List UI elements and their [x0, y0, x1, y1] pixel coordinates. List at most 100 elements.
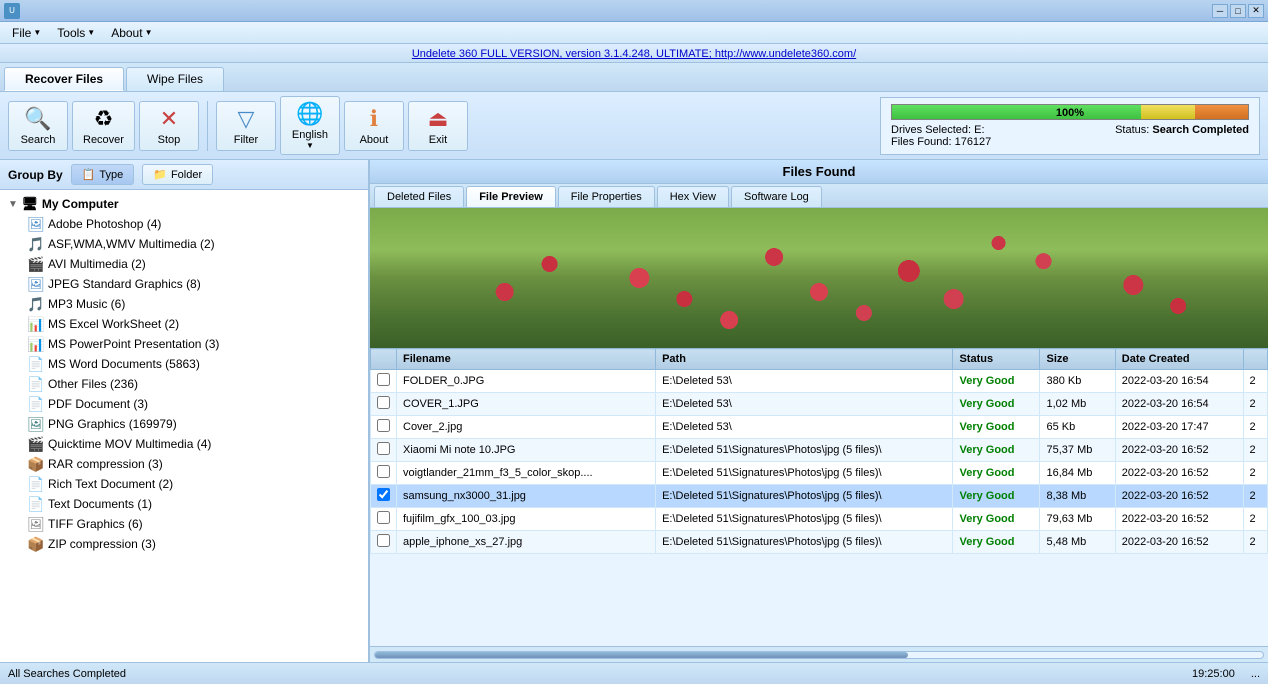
tab-deleted-files[interactable]: Deleted Files	[374, 186, 464, 207]
row-checkbox-cell[interactable]	[371, 531, 397, 554]
row-date: 2022-03-20 16:52	[1115, 439, 1243, 462]
row-checkbox[interactable]	[377, 488, 390, 501]
row-checkbox-cell[interactable]	[371, 462, 397, 485]
row-checkbox-cell[interactable]	[371, 485, 397, 508]
row-checkbox-cell[interactable]	[371, 393, 397, 416]
filter-button[interactable]: ▽ Filter	[216, 101, 276, 151]
row-checkbox[interactable]	[377, 396, 390, 409]
type-icon: 📋	[82, 168, 96, 181]
tree-item-label: RAR compression (3)	[48, 457, 163, 471]
row-date: 2022-03-20 16:54	[1115, 393, 1243, 416]
tree-item[interactable]: 📄PDF Document (3)	[4, 394, 364, 414]
row-checkbox-cell[interactable]	[371, 416, 397, 439]
tree-item[interactable]: 🖼TIFF Graphics (6)	[4, 514, 364, 534]
close-button[interactable]: ✕	[1248, 4, 1264, 18]
table-row[interactable]: Xiaomi Mi note 10.JPG E:\Deleted 51\Sign…	[371, 439, 1268, 462]
table-row[interactable]: COVER_1.JPG E:\Deleted 53\ Very Good 1,0…	[371, 393, 1268, 416]
row-checkbox[interactable]	[377, 373, 390, 386]
stop-button[interactable]: ✕ Stop	[139, 101, 199, 151]
tab-recover-files[interactable]: Recover Files	[4, 67, 124, 91]
tree-item[interactable]: 🎬Quicktime MOV Multimedia (4)	[4, 434, 364, 454]
tree-item[interactable]: 📄MS Word Documents (5863)	[4, 354, 364, 374]
table-row[interactable]: apple_iphone_xs_27.jpg E:\Deleted 51\Sig…	[371, 531, 1268, 554]
file-menu-arrow: ▼	[33, 28, 41, 37]
tree-item[interactable]: 🎵ASF,WMA,WMV Multimedia (2)	[4, 234, 364, 254]
tab-wipe-files[interactable]: Wipe Files	[126, 67, 224, 91]
minimize-button[interactable]: ─	[1212, 4, 1228, 18]
tree-item[interactable]: 📊MS Excel WorkSheet (2)	[4, 314, 364, 334]
tree-container: ▼ 🖥 My Computer 🖼Adobe Photoshop (4)🎵ASF…	[0, 190, 368, 662]
row-checkbox-cell[interactable]	[371, 439, 397, 462]
tree-root-my-computer[interactable]: ▼ 🖥 My Computer	[4, 194, 364, 214]
tree-item-icon: 🖼	[28, 216, 44, 232]
tab-file-properties[interactable]: File Properties	[558, 186, 655, 207]
language-button[interactable]: 🌐 English ▼	[280, 96, 340, 155]
row-size: 380 Kb	[1040, 370, 1115, 393]
file-table-container[interactable]: Filename Path Status Size Date Created F…	[370, 348, 1268, 646]
tree-item[interactable]: 📦RAR compression (3)	[4, 454, 364, 474]
about-menu[interactable]: About ▼	[103, 24, 160, 42]
row-path: E:\Deleted 51\Signatures\Photos\jpg (5 f…	[656, 462, 953, 485]
tree-item[interactable]: 🎬AVI Multimedia (2)	[4, 254, 364, 274]
table-row[interactable]: samsung_nx3000_31.jpg E:\Deleted 51\Sign…	[371, 485, 1268, 508]
title-bar-controls: ─ □ ✕	[1212, 4, 1264, 18]
horizontal-scrollbar[interactable]	[374, 651, 1264, 659]
exit-button[interactable]: ⏏ Exit	[408, 101, 468, 151]
tree-item[interactable]: 🖼PNG Graphics (169979)	[4, 414, 364, 434]
tree-item-label: Quicktime MOV Multimedia (4)	[48, 437, 211, 451]
row-checkbox[interactable]	[377, 419, 390, 432]
row-checkbox-cell[interactable]	[371, 370, 397, 393]
col-size[interactable]: Size	[1040, 349, 1115, 370]
status-bar-right: 19:25:00 ...	[1192, 668, 1260, 680]
recover-button[interactable]: ♻ Recover	[72, 101, 135, 151]
scrollbar-thumb[interactable]	[375, 652, 908, 658]
title-bar: U ─ □ ✕	[0, 0, 1268, 22]
table-row[interactable]: voigtlander_21mm_f3_5_color_skop.... E:\…	[371, 462, 1268, 485]
row-checkbox-cell[interactable]	[371, 508, 397, 531]
row-status: Very Good	[953, 531, 1040, 554]
col-filename[interactable]: Filename	[397, 349, 656, 370]
tab-hex-view[interactable]: Hex View	[657, 186, 729, 207]
expand-icon[interactable]: ▼	[8, 199, 18, 210]
row-path: E:\Deleted 53\	[656, 393, 953, 416]
table-row[interactable]: fujifilm_gfx_100_03.jpg E:\Deleted 51\Si…	[371, 508, 1268, 531]
tree-item-icon: 🎬	[28, 256, 44, 272]
col-date[interactable]: Date Created	[1115, 349, 1243, 370]
group-by-folder-button[interactable]: 📁 Folder	[142, 164, 213, 185]
row-path: E:\Deleted 51\Signatures\Photos\jpg (5 f…	[656, 531, 953, 554]
tree-item-icon: 🖼	[28, 416, 44, 432]
app-link[interactable]: Undelete 360 FULL VERSION, version 3.1.4…	[412, 48, 856, 60]
row-checkbox[interactable]	[377, 442, 390, 455]
tree-item[interactable]: 🖼JPEG Standard Graphics (8)	[4, 274, 364, 294]
exit-label: Exit	[429, 134, 447, 146]
file-menu[interactable]: File ▼	[4, 24, 49, 42]
file-tabs: Deleted Files File Preview File Properti…	[370, 184, 1268, 208]
tree-item[interactable]: 📦ZIP compression (3)	[4, 534, 364, 554]
tab-file-preview[interactable]: File Preview	[466, 186, 556, 207]
recover-icon: ♻	[94, 106, 114, 132]
tools-menu[interactable]: Tools ▼	[49, 24, 103, 42]
table-row[interactable]: FOLDER_0.JPG E:\Deleted 53\ Very Good 38…	[371, 370, 1268, 393]
row-size: 5,48 Mb	[1040, 531, 1115, 554]
row-checkbox[interactable]	[377, 511, 390, 524]
col-status[interactable]: Status	[953, 349, 1040, 370]
row-checkbox[interactable]	[377, 534, 390, 547]
col-path[interactable]: Path	[656, 349, 953, 370]
tree-item[interactable]: 📄Other Files (236)	[4, 374, 364, 394]
table-row[interactable]: Cover_2.jpg E:\Deleted 53\ Very Good 65 …	[371, 416, 1268, 439]
row-checkbox[interactable]	[377, 465, 390, 478]
tree-item[interactable]: 🖼Adobe Photoshop (4)	[4, 214, 364, 234]
about-button[interactable]: ℹ About	[344, 101, 404, 151]
tab-software-log[interactable]: Software Log	[731, 186, 822, 207]
tree-item[interactable]: 🎵MP3 Music (6)	[4, 294, 364, 314]
maximize-button[interactable]: □	[1230, 4, 1246, 18]
row-extra: 2	[1243, 370, 1268, 393]
status-left: Drives Selected: E: Files Found: 176127	[891, 124, 991, 148]
tree-item[interactable]: 📄Text Documents (1)	[4, 494, 364, 514]
tree-item[interactable]: 📄Rich Text Document (2)	[4, 474, 364, 494]
search-button[interactable]: 🔍 Search	[8, 101, 68, 151]
main-tabs: Recover Files Wipe Files	[0, 63, 1268, 92]
folder-icon: 📁	[153, 168, 167, 181]
group-by-type-button[interactable]: 📋 Type	[71, 164, 135, 185]
tree-item[interactable]: 📊MS PowerPoint Presentation (3)	[4, 334, 364, 354]
